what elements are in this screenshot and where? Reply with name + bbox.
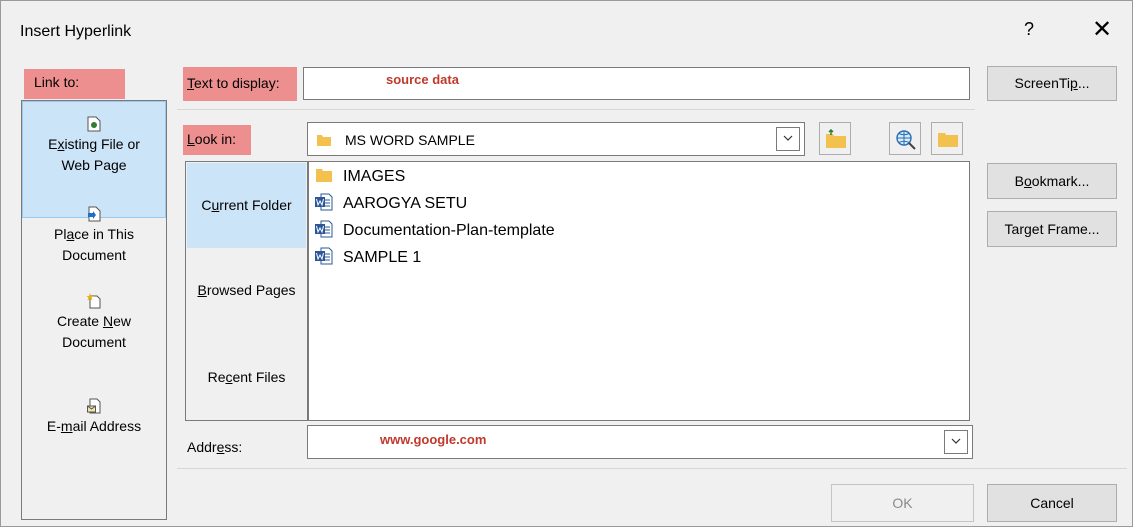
address-label: Address: <box>187 439 243 455</box>
file-list[interactable]: IMAGES AAROGYA SETU Documentation-Plan-t… <box>308 161 970 421</box>
tab-recent-files[interactable]: Recent Files <box>187 369 306 385</box>
look-in-select[interactable]: MS WORD SAMPLE <box>307 122 805 156</box>
text-to-display-annotation: source data <box>386 72 459 87</box>
bookmark-button[interactable]: Bookmark... <box>987 163 1117 199</box>
separator <box>177 109 975 110</box>
link-to-create-new-document-label: Create New Document <box>57 313 131 350</box>
list-item[interactable]: Documentation-Plan-template <box>315 220 555 242</box>
link-to-place-in-document-label: Place in This Document <box>54 226 134 263</box>
browse-web-button[interactable] <box>889 122 921 155</box>
link-to-existing-file[interactable]: Existing File or Web Page <box>22 101 166 218</box>
address-dropdown-button[interactable] <box>944 430 968 454</box>
look-in-dropdown-button[interactable] <box>776 127 800 151</box>
existing-file-icon <box>87 116 101 132</box>
browse-tabs: Current Folder Browsed Pages Recent File… <box>185 161 308 421</box>
link-to-create-new-document[interactable]: Create New Document <box>22 293 166 353</box>
up-one-folder-icon <box>826 129 846 148</box>
file-name: AAROGYA SETU <box>343 195 468 212</box>
text-to-display-label: Text to display: <box>183 67 297 101</box>
link-to-existing-file-label: Existing File or Web Page <box>48 136 140 173</box>
target-frame-button[interactable]: Target Frame... <box>987 211 1117 247</box>
email-address-icon <box>87 398 101 414</box>
close-button[interactable]: ✕ <box>1087 15 1117 45</box>
create-new-document-icon <box>87 293 101 309</box>
dialog-title: Insert Hyperlink <box>20 23 132 40</box>
browse-file-icon <box>938 133 958 147</box>
tab-browsed-pages[interactable]: Browsed Pages <box>187 282 306 298</box>
list-item[interactable]: IMAGES <box>315 166 405 188</box>
file-name: Documentation-Plan-template <box>343 222 555 239</box>
file-name: IMAGES <box>343 168 406 185</box>
up-one-folder-button[interactable] <box>819 122 851 155</box>
place-in-document-icon <box>88 206 101 222</box>
screentip-button[interactable]: ScreenTip... <box>987 66 1117 101</box>
look-in-label: Look in: <box>183 125 251 155</box>
insert-hyperlink-dialog: Insert Hyperlink ? ✕ Link to: Existing F… <box>0 0 1133 527</box>
help-button[interactable]: ? <box>1019 19 1039 40</box>
word-doc-icon <box>315 247 333 265</box>
cancel-button[interactable]: Cancel <box>987 484 1117 522</box>
tab-current-folder[interactable]: Current Folder <box>187 163 306 248</box>
file-name: SAMPLE 1 <box>343 249 422 266</box>
link-to-email-address-label: E-mail Address <box>46 418 142 434</box>
browse-web-icon <box>896 130 916 150</box>
chevron-down-icon <box>951 438 961 444</box>
link-to-panel: Existing File or Web Page Place in This Do… <box>21 100 167 520</box>
link-to-label: Link to: <box>24 69 125 99</box>
chevron-down-icon <box>783 135 793 141</box>
link-to-email-address[interactable]: E-mail Address <box>22 398 166 437</box>
title-bar: Insert Hyperlink ? ✕ <box>1 1 1132 63</box>
word-doc-icon <box>315 220 333 238</box>
list-item[interactable]: SAMPLE 1 <box>315 247 421 269</box>
word-doc-icon <box>315 193 333 211</box>
link-to-place-in-document[interactable]: Place in This Document <box>22 206 166 266</box>
separator <box>177 468 1127 469</box>
list-item[interactable]: AAROGYA SETU <box>315 193 467 215</box>
ok-button[interactable]: OK <box>831 484 974 522</box>
text-to-display-input[interactable]: source data <box>303 67 970 100</box>
look-in-value: MS WORD SAMPLE <box>345 132 475 148</box>
address-input[interactable]: www.google.com <box>307 425 973 459</box>
browse-file-button[interactable] <box>931 122 963 155</box>
address-annotation: www.google.com <box>380 432 487 447</box>
folder-icon <box>316 169 332 182</box>
folder-icon <box>317 135 331 146</box>
